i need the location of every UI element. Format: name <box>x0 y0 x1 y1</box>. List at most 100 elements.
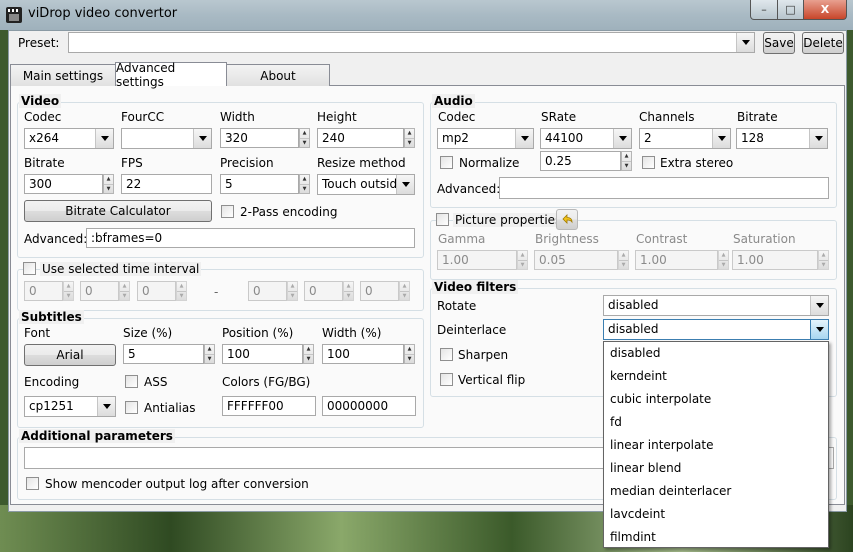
chevron-down-icon[interactable] <box>712 129 730 148</box>
end-hours-input[interactable]: 0 <box>248 281 287 301</box>
position-input[interactable]: 100 <box>222 344 303 364</box>
audio-bitrate-combo[interactable]: 128 <box>736 128 828 149</box>
video-bitrate-spinner[interactable]: ▲ ▼ <box>103 174 114 194</box>
preset-combo[interactable] <box>68 32 755 53</box>
video-bitrate-input[interactable]: 300 <box>24 174 103 194</box>
chevron-down-icon[interactable] <box>515 129 533 148</box>
maximize-button[interactable]: □ <box>778 0 804 20</box>
save-button[interactable]: Save <box>763 32 795 54</box>
position-spinner[interactable]: ▲ ▼ <box>303 344 314 364</box>
dropdown-option[interactable]: filmdint <box>604 526 828 549</box>
show-log-checkbox[interactable] <box>26 477 39 490</box>
dropdown-option[interactable]: linear interpolate <box>604 434 828 457</box>
vertical-flip-checkbox[interactable] <box>440 373 453 386</box>
chevron-down-icon[interactable] <box>809 129 827 148</box>
tab-advanced-settings[interactable]: Advanced settings <box>115 61 227 89</box>
dropdown-option[interactable]: linear blend <box>604 457 828 480</box>
antialias-checkbox[interactable] <box>125 401 138 414</box>
start-hours-spinner[interactable]: ▲ ▼ <box>63 281 74 301</box>
dropdown-option[interactable]: disabled <box>604 342 828 365</box>
chevron-down-icon[interactable] <box>810 296 828 315</box>
tab-about[interactable]: About <box>226 64 330 86</box>
rotate-combo[interactable]: disabled <box>603 295 829 316</box>
sharpen-checkbox[interactable] <box>440 348 453 361</box>
minimize-button[interactable]: – <box>750 0 778 20</box>
dropdown-option[interactable]: kerndeint <box>604 365 828 388</box>
channels-combo[interactable]: 2 <box>639 128 731 149</box>
start-hours-input[interactable]: 0 <box>24 281 63 301</box>
window-title: viDrop video convertor <box>28 6 178 21</box>
sub-width-spinner[interactable]: ▲ ▼ <box>404 344 415 364</box>
end-seconds-input[interactable]: 0 <box>360 281 399 301</box>
end-minutes-input[interactable]: 0 <box>304 281 343 301</box>
video-codec-combo[interactable]: x264 <box>24 128 114 149</box>
encoding-combo[interactable]: cp1251 <box>24 396 116 417</box>
encoding-label: Encoding <box>24 375 80 389</box>
bg-color-input[interactable]: 00000000 <box>322 396 416 416</box>
deinterlace-combo[interactable]: disabled <box>603 319 829 340</box>
width-spinner[interactable]: ▲ ▼ <box>299 128 310 148</box>
video-advanced-input[interactable]: :bframes=0 <box>86 228 415 248</box>
brightness-spinner[interactable]: ▲ ▼ <box>618 250 629 270</box>
normalize-checkbox[interactable] <box>440 156 453 169</box>
audio-advanced-input[interactable] <box>499 177 829 199</box>
chevron-down-icon[interactable] <box>736 33 754 52</box>
srate-value: 44100 <box>545 131 584 145</box>
gamma-input[interactable]: 1.00 <box>437 250 517 270</box>
normalize-spinner[interactable]: ▲ ▼ <box>621 151 632 171</box>
chevron-down-icon[interactable] <box>613 129 631 148</box>
end-minutes-spinner[interactable]: ▲ ▼ <box>343 281 354 301</box>
precision-spinner[interactable]: ▲ ▼ <box>299 174 310 194</box>
width-input[interactable]: 320 <box>220 128 299 148</box>
size-input[interactable]: 5 <box>123 344 204 364</box>
end-hours-spinner[interactable]: ▲ ▼ <box>287 281 298 301</box>
tab-main-settings[interactable]: Main settings <box>10 64 116 86</box>
font-button[interactable]: Arial <box>24 344 116 366</box>
chevron-down-icon[interactable] <box>810 320 828 339</box>
resize-method-combo[interactable]: Touch outside <box>317 174 415 195</box>
start-seconds-input[interactable]: 0 <box>137 281 176 301</box>
start-minutes-spinner[interactable]: ▲ ▼ <box>119 281 130 301</box>
audio-codec-combo[interactable]: mp2 <box>437 128 534 149</box>
size-spinner[interactable]: ▲ ▼ <box>204 344 215 364</box>
reset-undo-button[interactable] <box>556 209 578 230</box>
normalize-input[interactable]: 0.25 <box>540 151 621 171</box>
bitrate-calculator-button[interactable]: Bitrate Calculator <box>24 200 212 222</box>
height-input[interactable]: 240 <box>317 128 404 148</box>
picture-properties-checkbox[interactable] <box>436 213 449 226</box>
fg-color-input[interactable]: FFFFFF00 <box>222 396 316 416</box>
dropdown-option[interactable]: lavcdeint <box>604 503 828 526</box>
chevron-down-icon[interactable] <box>97 397 115 416</box>
precision-label: Precision <box>220 156 274 170</box>
chevron-down-icon[interactable] <box>396 175 414 194</box>
brightness-input[interactable]: 0.05 <box>534 250 618 270</box>
start-minutes-input[interactable]: 0 <box>80 281 119 301</box>
title-bar[interactable]: viDrop video convertor – □ X <box>0 0 853 30</box>
two-pass-checkbox[interactable] <box>221 205 234 218</box>
end-seconds-spinner[interactable]: ▲ ▼ <box>399 281 410 301</box>
chevron-down-icon[interactable] <box>95 129 113 148</box>
contrast-spinner[interactable]: ▲ ▼ <box>718 250 729 270</box>
dropdown-option[interactable]: median deinterlacer <box>604 480 828 503</box>
chevron-down-icon[interactable] <box>193 129 211 148</box>
delete-button[interactable]: Delete <box>802 32 844 54</box>
close-button[interactable]: X <box>804 0 847 20</box>
height-spinner[interactable]: ▲ ▼ <box>404 128 415 148</box>
srate-combo[interactable]: 44100 <box>540 128 632 149</box>
contrast-input[interactable]: 1.00 <box>635 250 718 270</box>
saturation-input[interactable]: 1.00 <box>732 250 818 270</box>
sub-width-input[interactable]: 100 <box>322 344 404 364</box>
fps-input[interactable]: 22 <box>121 174 212 194</box>
time-interval-checkbox[interactable] <box>23 262 36 275</box>
precision-input[interactable]: 5 <box>220 174 299 194</box>
ass-checkbox[interactable] <box>125 375 138 388</box>
fourcc-combo[interactable] <box>121 128 212 149</box>
start-seconds-spinner[interactable]: ▲ ▼ <box>176 281 187 301</box>
extra-stereo-checkbox[interactable] <box>642 156 655 169</box>
dropdown-option[interactable]: cubic interpolate <box>604 388 828 411</box>
gamma-spinner[interactable]: ▲ ▼ <box>517 250 528 270</box>
saturation-spinner[interactable]: ▲ ▼ <box>818 250 829 270</box>
dropdown-option[interactable]: fd <box>604 411 828 434</box>
height-label: Height <box>317 110 357 124</box>
rotate-label: Rotate <box>437 299 477 313</box>
